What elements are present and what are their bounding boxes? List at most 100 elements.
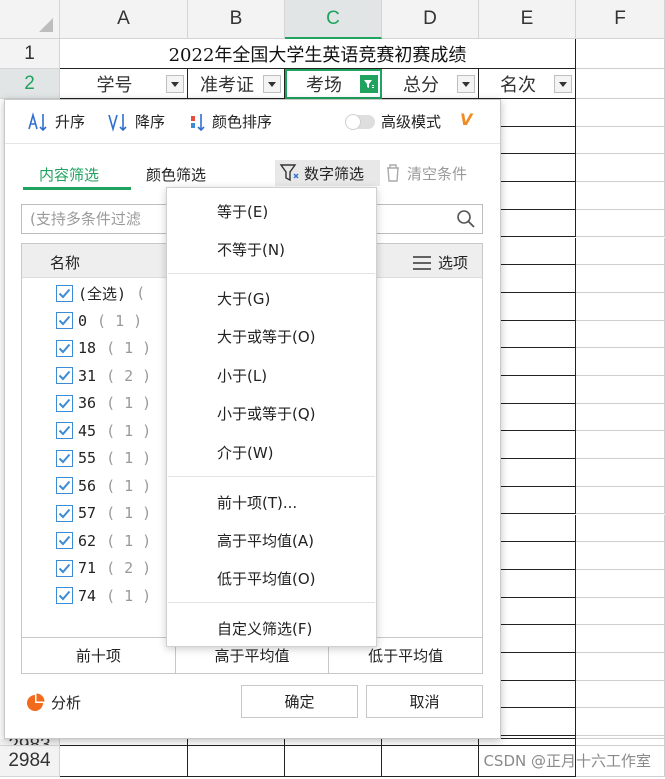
list-item[interactable]: 57 ( 1 ) [56,502,151,524]
menu-item[interactable]: 大于(G) [217,286,270,310]
cell-f2[interactable] [576,69,665,99]
list-item[interactable]: 31 ( 2 ) [56,365,151,387]
menu-item[interactable]: 低于平均值(O) [217,566,316,590]
row-header-partial[interactable]: 2983 [0,739,60,746]
header-cell-rank[interactable]: 名次 [479,69,576,99]
filter-dropdown-button[interactable] [263,75,281,93]
list-item[interactable]: 74 ( 1 ) [56,585,151,607]
checkbox[interactable] [56,504,73,522]
filter-dropdown-button[interactable] [457,75,475,93]
grid-cell[interactable] [188,746,285,777]
header-cell-exam-room[interactable]: 考场 [285,69,382,99]
grid-cell[interactable] [576,209,665,238]
grid-cell[interactable] [576,680,665,709]
header-cell-exam-no[interactable]: 准考证 [188,69,285,99]
menu-item[interactable]: 前十项(T)... [217,490,297,514]
ok-button[interactable]: 确定 [241,685,358,718]
grid-cell[interactable] [479,739,576,746]
checkbox[interactable] [56,367,73,384]
grid-cell[interactable] [576,376,665,404]
grid-cell[interactable] [576,542,665,570]
menu-item[interactable]: 等于(E) [217,199,268,223]
filter-dropdown-button[interactable] [166,75,184,93]
cell-f1[interactable] [576,39,665,69]
list-item[interactable]: 56 ( 1 ) [56,475,151,497]
grid-cell[interactable] [576,625,665,653]
grid-cell[interactable] [576,403,665,432]
row-header-2[interactable]: 2 [0,69,60,99]
clear-conditions-button[interactable]: 清空条件 [385,160,467,186]
header-cell-student-id[interactable]: 学号 [60,69,188,99]
column-header-d[interactable]: D [382,0,479,39]
grid-cell[interactable] [576,348,665,376]
list-item[interactable]: 0 ( 1 ) [56,310,142,332]
list-item[interactable]: 55 ( 1 ) [56,447,151,469]
cancel-button[interactable]: 取消 [366,685,483,718]
column-header-c[interactable]: C [285,0,382,39]
menu-item[interactable]: 大于或等于(O) [217,324,316,348]
column-header-e[interactable]: E [479,0,576,39]
grid-cell[interactable] [285,746,382,777]
checkbox[interactable] [56,284,73,302]
grid-cell[interactable] [60,746,188,777]
search-icon[interactable] [456,209,476,233]
list-item[interactable]: 62 ( 1 ) [56,530,151,552]
column-header-a[interactable]: A [60,0,188,39]
menu-item[interactable]: 自定义筛选(F) [217,616,312,640]
grid-cell[interactable] [576,292,665,321]
checkbox[interactable] [56,312,73,329]
menu-item[interactable]: 高于平均值(A) [217,528,314,552]
active-filter-button[interactable] [360,75,378,93]
grid-cell[interactable] [576,514,665,543]
advanced-mode-toggle[interactable] [345,114,375,130]
grid-cell[interactable] [576,739,665,746]
grid-cell[interactable] [188,739,285,746]
number-filter-button[interactable]: 数字筛选 [275,160,380,186]
grid-cell[interactable] [576,486,665,515]
list-item[interactable]: 18 ( 1 ) [56,337,151,359]
checkbox[interactable] [56,587,73,604]
grid-cell[interactable] [576,182,665,210]
menu-item[interactable]: 小于(L) [217,363,267,387]
grid-cell[interactable] [576,653,665,681]
checkbox[interactable] [56,449,73,467]
checkbox[interactable] [56,394,73,412]
grid-cell[interactable] [576,431,665,460]
grid-cell[interactable] [576,99,665,127]
filter-dropdown-button[interactable] [554,75,572,93]
grid-cell[interactable] [576,237,665,266]
grid-cell[interactable] [576,708,665,737]
grid-cell[interactable] [60,739,188,746]
header-cell-total-score[interactable]: 总分 [382,69,479,99]
grid-cell[interactable] [576,265,665,293]
list-item[interactable]: 45 ( 1 ) [56,420,151,442]
grid-cell[interactable] [285,739,382,746]
list-item[interactable]: 36 ( 1 ) [56,392,151,414]
grid-cell[interactable] [576,597,665,626]
list-item[interactable]: 71 ( 2 ) [56,557,151,579]
analyze-button[interactable]: 分析 [25,692,81,713]
grid-cell[interactable] [576,154,665,183]
checkbox[interactable] [56,339,73,357]
grid-cell[interactable] [576,459,665,487]
options-button[interactable]: 选项 [412,252,468,273]
tab-content-filter[interactable]: 内容筛选 [39,164,99,185]
grid-cell[interactable] [382,746,479,777]
grid-cell[interactable] [576,569,665,598]
column-header-f[interactable]: F [576,0,665,39]
row-header-2984[interactable]: 2984 [0,746,60,777]
menu-item[interactable]: 介于(W) [217,440,274,464]
grid-cell[interactable] [576,320,665,349]
checkbox[interactable] [56,422,73,439]
color-sort-button[interactable]: 颜色排序 [188,111,272,132]
grid-cell[interactable] [382,739,479,746]
menu-item[interactable]: 小于或等于(Q) [217,401,316,425]
sort-descending-button[interactable]: 降序 [107,111,165,132]
checkbox[interactable] [56,532,73,549]
checkbox[interactable] [56,559,73,577]
sort-ascending-button[interactable]: 升序 [27,111,85,132]
tab-color-filter[interactable]: 颜色筛选 [146,164,206,185]
row-header-1[interactable]: 1 [0,39,60,69]
list-item[interactable]: (全选) ( [56,282,145,304]
checkbox[interactable] [56,477,73,494]
